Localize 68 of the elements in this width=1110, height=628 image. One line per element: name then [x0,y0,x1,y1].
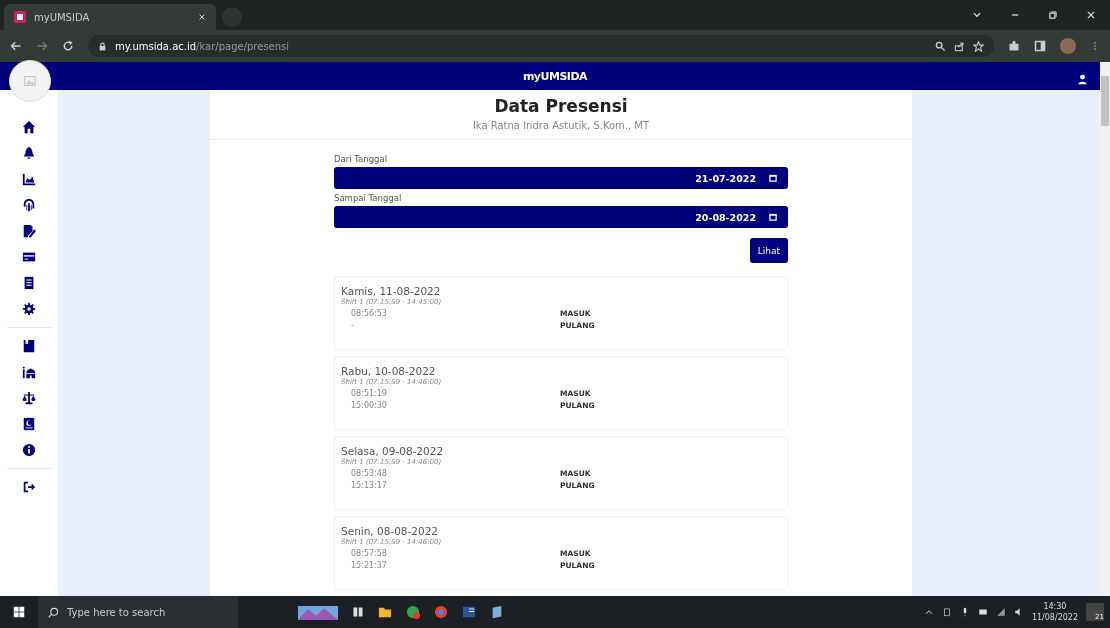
browser-icon[interactable] [434,605,448,619]
book-icon[interactable] [22,417,36,431]
mosque-icon[interactable] [22,365,36,379]
time-text: 08:56:53 [350,308,388,320]
calendar-icon[interactable] [768,173,778,183]
bell-icon[interactable] [22,146,36,160]
date-field[interactable]: 20-08-2022 [334,206,788,228]
field-label: Sampai Tanggal [334,193,403,203]
forward-icon[interactable] [36,40,48,52]
scale-icon[interactable] [22,391,36,405]
info-icon[interactable] [22,443,36,457]
taskbar-clock[interactable]: 14:30 11/08/2022 [1031,601,1078,623]
attendance-date: Senin, 08-08-2022 [341,525,440,537]
book-icon[interactable] [22,339,36,353]
attendance-date: Selasa, 09-08-2022 [341,445,445,457]
time-text: - [350,320,355,332]
calendar-icon[interactable] [768,212,778,222]
app-title: myUMSIDA [522,69,588,83]
view-button[interactable]: Lihat [749,238,788,263]
home-icon[interactable] [22,120,36,134]
attendance-date: Kamis, 11-08-2022 [341,285,442,297]
time-text: 08:53:48 [350,468,388,480]
close-icon[interactable] [198,13,206,21]
chevron-down-icon[interactable] [972,10,982,20]
search-icon [48,606,59,618]
time-text: 15:21:37 [350,560,388,572]
chat-icon[interactable] [406,605,420,619]
reload-icon[interactable] [62,40,74,52]
user-icon[interactable] [1077,74,1088,85]
notepad-icon[interactable] [490,605,504,619]
zoom-icon[interactable] [935,40,946,52]
page-title: Data Presensi [494,96,628,116]
avatar[interactable] [1060,38,1076,54]
landscape-icon[interactable] [298,604,338,620]
back-icon[interactable] [10,40,22,52]
card-icon[interactable] [22,250,36,264]
fingerprint-icon[interactable] [22,198,36,212]
restore-icon[interactable] [1048,10,1058,20]
settings-icon[interactable] [22,302,36,316]
close-icon[interactable] [1086,10,1096,20]
folder-icon[interactable] [378,605,392,619]
document-edit-icon[interactable] [22,224,36,238]
time-text: 08:51:19 [350,388,388,400]
scroll-bar[interactable] [1100,62,1110,596]
attendance-date: Rabu, 10-08-2022 [341,365,437,377]
favicon-icon [14,11,26,23]
windows-icon[interactable] [13,606,25,618]
browser-tab[interactable]: myUMSIDA [4,4,216,30]
chart-icon[interactable] [22,172,36,186]
time-text: 15:13:17 [350,480,388,492]
star-icon[interactable] [973,40,984,52]
share-icon[interactable] [954,40,965,52]
taskbar-search[interactable]: Type here to search [38,596,238,628]
lock-icon [98,41,107,51]
time-text: 15:00:30 [350,400,388,412]
logout-icon[interactable] [22,480,36,494]
display-icon[interactable] [977,607,988,617]
chevron-up-icon[interactable] [923,607,934,617]
document-icon[interactable] [22,276,36,290]
field-label: Dari Tanggal [334,154,389,164]
word-icon[interactable] [462,605,476,619]
sidebar-icon[interactable] [1034,40,1046,52]
time-text: 08:57:58 [350,548,388,560]
image-icon [23,74,37,88]
employee-name: Ika Ratna Indra Astutik, S.Kom., MT [472,120,650,131]
task-view-icon[interactable] [352,606,364,618]
date-field[interactable]: 21-07-2022 [334,167,788,189]
address-bar[interactable]: my.umsida.ac.id/kar/page/presensi [88,35,994,57]
